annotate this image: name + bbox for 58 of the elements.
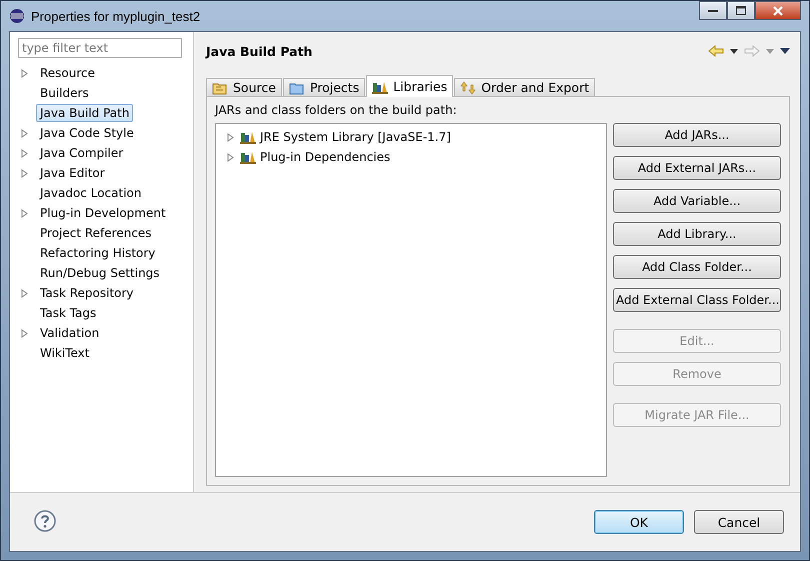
expand-arrow-icon[interactable] [21, 128, 28, 138]
sidebar-item[interactable]: Run/Debug Settings [36, 264, 164, 282]
tab[interactable]: Projects [282, 78, 366, 96]
page-title: Java Build Path [206, 44, 314, 58]
sidebar-item[interactable]: WikiText [36, 344, 94, 362]
tree-item[interactable]: Plug-in Dependencies [260, 150, 390, 164]
minimize-icon [708, 8, 718, 12]
expand-arrow-icon[interactable] [227, 132, 234, 142]
dialog-button[interactable]: OK [594, 510, 684, 534]
folder-icon [212, 80, 228, 94]
sidebar-item[interactable]: Project References [36, 224, 156, 242]
sidebar-item[interactable]: Resource [36, 64, 100, 82]
sidebar-item[interactable]: Java Editor [36, 164, 109, 182]
tree-item[interactable]: JRE System Library [JavaSE-1.7] [260, 130, 451, 144]
minimize-button[interactable] [699, 1, 727, 20]
sidebar-item[interactable]: Java Build Path [36, 104, 134, 122]
section-label: JARs and class folders on the build path: [215, 103, 458, 117]
expand-arrow-icon[interactable] [21, 328, 28, 338]
sidebar-item[interactable]: Task Repository [36, 284, 138, 302]
action-button[interactable]: Add Variable... [613, 189, 781, 213]
back-arrow-icon[interactable] [708, 45, 724, 57]
sidebar-item[interactable]: Task Tags [36, 304, 100, 322]
action-button[interactable]: Add External JARs... [613, 156, 781, 180]
action-button[interactable]: Add External Class Folder... [613, 288, 781, 312]
help-icon[interactable] [34, 510, 56, 532]
dropdown-icon[interactable] [730, 48, 738, 54]
expand-arrow-icon[interactable] [21, 168, 28, 178]
sidebar-item[interactable]: Plug-in Development [36, 204, 170, 222]
expand-arrow-icon[interactable] [21, 148, 28, 158]
expand-arrow-icon[interactable] [21, 68, 28, 78]
close-button[interactable] [755, 1, 801, 20]
forward-arrow-icon[interactable] [744, 45, 760, 57]
maximize-icon [736, 6, 746, 15]
library-books-icon [240, 150, 256, 164]
tab[interactable]: Source [206, 78, 282, 96]
app-icon [9, 8, 25, 24]
filter-field[interactable]: type filter text [18, 38, 182, 58]
expand-arrow-icon[interactable] [227, 152, 234, 162]
sidebar-item[interactable]: Builders [36, 84, 93, 102]
expand-arrow-icon[interactable] [21, 288, 28, 298]
maximize-button[interactable] [727, 1, 755, 20]
window-title: Properties for myplugin_test2 [31, 8, 202, 24]
action-button[interactable]: Add Library... [613, 222, 781, 246]
sidebar-item[interactable]: Java Code Style [36, 124, 138, 142]
expand-arrow-icon[interactable] [21, 208, 28, 218]
action-button[interactable]: Add JARs... [613, 123, 781, 147]
up-down-arrows-icon [460, 80, 476, 94]
close-icon [773, 6, 783, 16]
library-books-icon [240, 130, 256, 144]
menu-icon[interactable] [780, 48, 790, 54]
sidebar-item[interactable]: Validation [36, 324, 104, 342]
sidebar-item[interactable]: Java Compiler [36, 144, 128, 162]
dialog-button[interactable]: Cancel [694, 510, 784, 534]
tab[interactable]: Libraries [366, 75, 454, 97]
sidebar-item[interactable]: Refactoring History [36, 244, 160, 262]
tab[interactable]: Order and Export [454, 78, 596, 96]
sidebar-item[interactable]: Javadoc Location [36, 184, 146, 202]
action-button[interactable]: Add Class Folder... [613, 255, 781, 279]
